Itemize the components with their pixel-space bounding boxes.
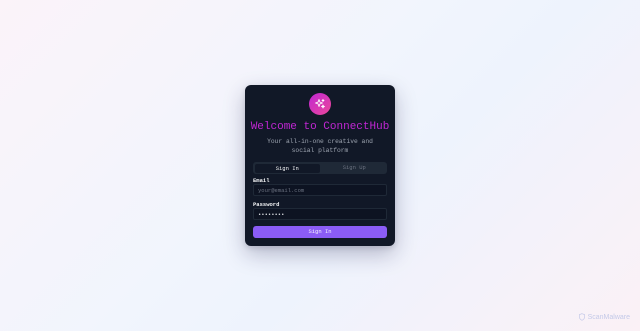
sparkles-icon <box>315 99 325 109</box>
shield-icon <box>578 313 585 321</box>
watermark: ScanMalware <box>578 313 630 321</box>
auth-tabs: Sign In Sign Up <box>253 162 387 174</box>
password-label: Password <box>253 201 280 208</box>
app-logo <box>309 93 331 115</box>
page-subtitle: Your all-in-one creative and social plat… <box>267 138 373 154</box>
tab-sign-in[interactable]: Sign In <box>254 163 320 173</box>
login-card: Welcome to ConnectHub Your all-in-one cr… <box>245 85 395 246</box>
email-field[interactable] <box>253 184 387 196</box>
page-title: Welcome to ConnectHub <box>250 121 390 133</box>
sign-in-button[interactable]: Sign In <box>253 226 387 238</box>
watermark-text: ScanMalware <box>587 313 630 321</box>
tab-sign-up[interactable]: Sign Up <box>322 162 388 174</box>
email-label: Email <box>253 177 270 184</box>
password-field[interactable] <box>253 208 387 220</box>
